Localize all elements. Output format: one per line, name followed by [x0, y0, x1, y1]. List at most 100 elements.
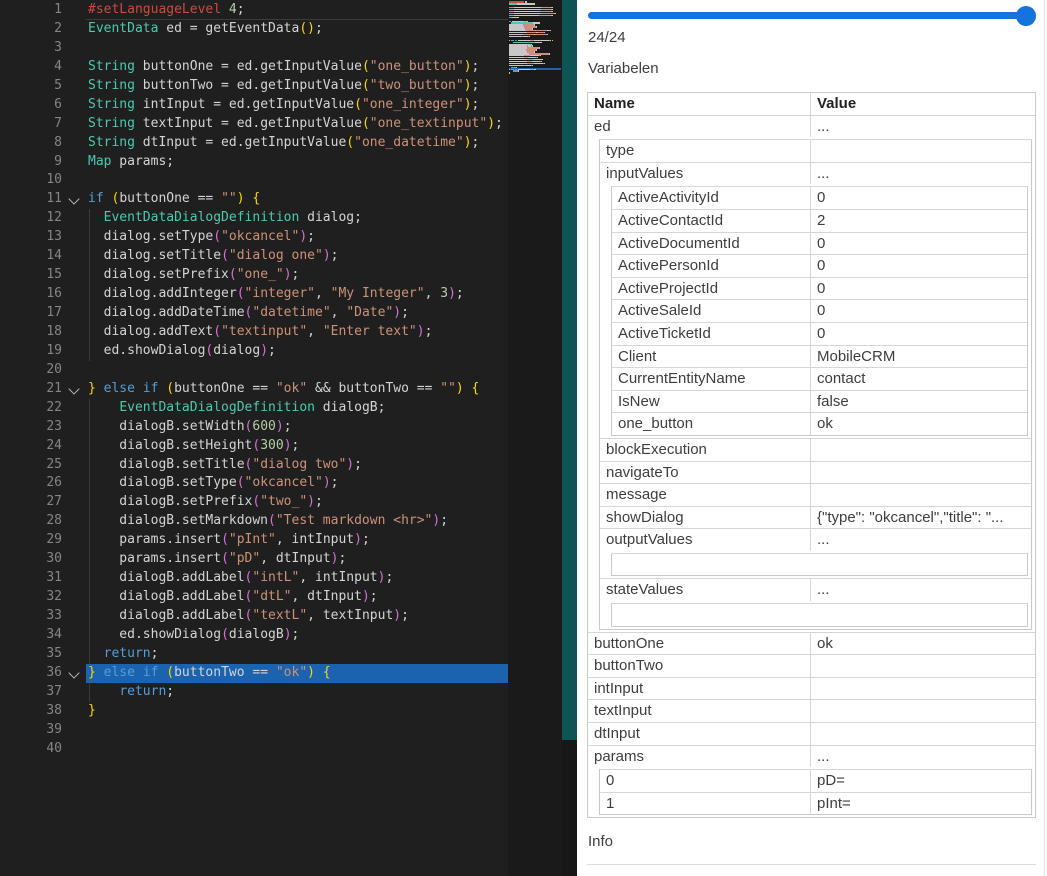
code-line-2[interactable]: 2EventData ed = getEventData(); [0, 20, 562, 39]
fold-gutter [62, 58, 86, 77]
code-text[interactable]: dialogB.addLabel("dtL", dtInput); [86, 588, 562, 607]
code-text[interactable]: dialogB.setType("okcancel"); [86, 474, 562, 493]
code-text[interactable]: #setLanguageLevel 4; [86, 1, 562, 20]
row-outputValues[interactable]: outputValues ... [600, 528, 1031, 551]
code-text[interactable]: } else if (buttonOne == "ok" && buttonTw… [86, 380, 562, 399]
code-line-38[interactable]: 38} [0, 702, 562, 721]
code-line-40[interactable]: 40 [0, 740, 562, 759]
code-text[interactable] [86, 39, 562, 58]
editor-scrollbar[interactable] [562, 0, 577, 876]
row-stateValues[interactable]: stateValues ... [600, 578, 1031, 601]
code-text[interactable]: params.insert("pInt", intInput); [86, 531, 562, 550]
code-line-15[interactable]: 15 dialog.setPrefix("one_"); [0, 266, 562, 285]
code-text[interactable]: return; [86, 645, 562, 664]
code-line-17[interactable]: 17 dialog.addDateTime("datetime", "Date"… [0, 304, 562, 323]
code-text[interactable]: params.insert("pD", dtInput); [86, 550, 562, 569]
code-line-27[interactable]: 27 dialogB.setPrefix("two_"); [0, 493, 562, 512]
fold-gutter [62, 588, 86, 607]
code-text[interactable]: dialogB.setTitle("dialog two"); [86, 456, 562, 475]
row-inputValues[interactable]: inputValues ... [600, 162, 1031, 185]
code-line-32[interactable]: 32 dialogB.addLabel("dtL", dtInput); [0, 588, 562, 607]
code-line-8[interactable]: 8String dtInput = ed.getInputValue("one_… [0, 134, 562, 153]
code-line-33[interactable]: 33 dialogB.addLabel("textL", textInput); [0, 607, 562, 626]
code-text[interactable]: ed.showDialog(dialog); [86, 342, 562, 361]
code-text[interactable]: dialogB.setWidth(600); [86, 418, 562, 437]
code-text[interactable]: String dtInput = ed.getInputValue("one_d… [86, 134, 562, 153]
code-line-3[interactable]: 3 [0, 39, 562, 58]
code-text[interactable]: dialog.addInteger("integer", "My Integer… [86, 285, 562, 304]
code-line-35[interactable]: 35 return; [0, 645, 562, 664]
code-text[interactable]: String buttonOne = ed.getInputValue("one… [86, 58, 562, 77]
code-text[interactable]: dialog.setPrefix("one_"); [86, 266, 562, 285]
code-text[interactable]: dialogB.setPrefix("two_"); [86, 493, 562, 512]
code-line-20[interactable]: 20 [0, 361, 562, 380]
fold-chevron-down-icon[interactable] [62, 664, 86, 683]
code-text[interactable]: EventDataDialogDefinition dialogB; [86, 399, 562, 418]
code-text[interactable]: String textInput = ed.getInputValue("one… [86, 115, 562, 134]
code-text[interactable]: dialog.setTitle("dialog one"); [86, 247, 562, 266]
code-line-9[interactable]: 9Map params; [0, 153, 562, 172]
row-params[interactable]: params ... [588, 745, 1035, 768]
code-line-31[interactable]: 31 dialogB.addLabel("intL", intInput); [0, 569, 562, 588]
minimap[interactable] [508, 0, 562, 876]
code-text[interactable]: dialogB.setMarkdown("Test markdown <hr>"… [86, 512, 562, 531]
code-text[interactable]: dialogB.addLabel("textL", textInput); [86, 607, 562, 626]
code-line-6[interactable]: 6String intInput = ed.getInputValue("one… [0, 96, 562, 115]
code-text[interactable]: String intInput = ed.getInputValue("one_… [86, 96, 562, 115]
code-line-36[interactable]: 36} else if (buttonTwo == "ok") { [0, 664, 562, 683]
editor-scrollbar-thumb[interactable] [562, 0, 577, 740]
code-line-5[interactable]: 5String buttonTwo = ed.getInputValue("tw… [0, 77, 562, 96]
code-text[interactable]: Map params; [86, 153, 562, 172]
code-text[interactable]: ed.showDialog(dialogB); [86, 626, 562, 645]
code-text[interactable] [86, 721, 562, 740]
code-text[interactable]: if (buttonOne == "") { [86, 190, 562, 209]
code-text[interactable]: String buttonTwo = ed.getInputValue("two… [86, 77, 562, 96]
code-text[interactable]: EventData ed = getEventData(); [86, 20, 562, 39]
code-text[interactable] [86, 361, 562, 380]
panel-scrollbar-track[interactable] [1044, 0, 1045, 876]
code-line-19[interactable]: 19 ed.showDialog(dialog); [0, 342, 562, 361]
code-line-29[interactable]: 29 params.insert("pInt", intInput); [0, 531, 562, 550]
code-line-7[interactable]: 7String textInput = ed.getInputValue("on… [0, 115, 562, 134]
code-line-18[interactable]: 18 dialog.addText("textinput", "Enter te… [0, 323, 562, 342]
code-text[interactable]: dialog.setType("okcancel"); [86, 228, 562, 247]
code-lines[interactable]: 1#setLanguageLevel 4;2EventData ed = get… [0, 1, 562, 759]
code-line-26[interactable]: 26 dialogB.setType("okcancel"); [0, 474, 562, 493]
code-editor[interactable]: 1#setLanguageLevel 4;2EventData ed = get… [0, 0, 562, 876]
code-line-28[interactable]: 28 dialogB.setMarkdown("Test markdown <h… [0, 512, 562, 531]
row-showDialog[interactable]: showDialog {"type": "okcancel","title": … [600, 506, 1031, 529]
code-line-25[interactable]: 25 dialogB.setTitle("dialog two"); [0, 456, 562, 475]
code-line-14[interactable]: 14 dialog.setTitle("dialog one"); [0, 247, 562, 266]
step-slider[interactable] [588, 6, 1036, 26]
code-line-22[interactable]: 22 EventDataDialogDefinition dialogB; [0, 399, 562, 418]
code-line-13[interactable]: 13 dialog.setType("okcancel"); [0, 228, 562, 247]
code-text[interactable]: EventDataDialogDefinition dialog; [86, 209, 562, 228]
code-line-37[interactable]: 37 return; [0, 683, 562, 702]
fold-chevron-down-icon[interactable] [62, 190, 86, 209]
code-line-34[interactable]: 34 ed.showDialog(dialogB); [0, 626, 562, 645]
code-line-16[interactable]: 16 dialog.addInteger("integer", "My Inte… [0, 285, 562, 304]
code-line-4[interactable]: 4String buttonOne = ed.getInputValue("on… [0, 58, 562, 77]
fold-chevron-down-icon[interactable] [62, 380, 86, 399]
code-line-23[interactable]: 23 dialogB.setWidth(600); [0, 418, 562, 437]
code-line-30[interactable]: 30 params.insert("pD", dtInput); [0, 550, 562, 569]
step-slider-track[interactable] [588, 12, 1034, 19]
code-line-1[interactable]: 1#setLanguageLevel 4; [0, 1, 562, 20]
code-line-24[interactable]: 24 dialogB.setHeight(300); [0, 437, 562, 456]
code-text[interactable]: } [86, 702, 562, 721]
code-line-12[interactable]: 12 EventDataDialogDefinition dialog; [0, 209, 562, 228]
code-text[interactable]: dialog.addText("textinput", "Enter text"… [86, 323, 562, 342]
step-slider-handle[interactable] [1016, 6, 1036, 26]
code-text[interactable] [86, 171, 562, 190]
code-line-11[interactable]: 11if (buttonOne == "") { [0, 190, 562, 209]
code-text[interactable] [86, 740, 562, 759]
code-text[interactable]: dialogB.setHeight(300); [86, 437, 562, 456]
code-text[interactable]: return; [86, 683, 562, 702]
code-line-10[interactable]: 10 [0, 171, 562, 190]
code-line-21[interactable]: 21} else if (buttonOne == "ok" && button… [0, 380, 562, 399]
code-text[interactable]: dialog.addDateTime("datetime", "Date"); [86, 304, 562, 323]
code-text[interactable]: dialogB.addLabel("intL", intInput); [86, 569, 562, 588]
code-line-39[interactable]: 39 [0, 721, 562, 740]
code-text[interactable]: } else if (buttonTwo == "ok") { [86, 664, 562, 683]
row-ed[interactable]: ed ... [588, 115, 1035, 138]
